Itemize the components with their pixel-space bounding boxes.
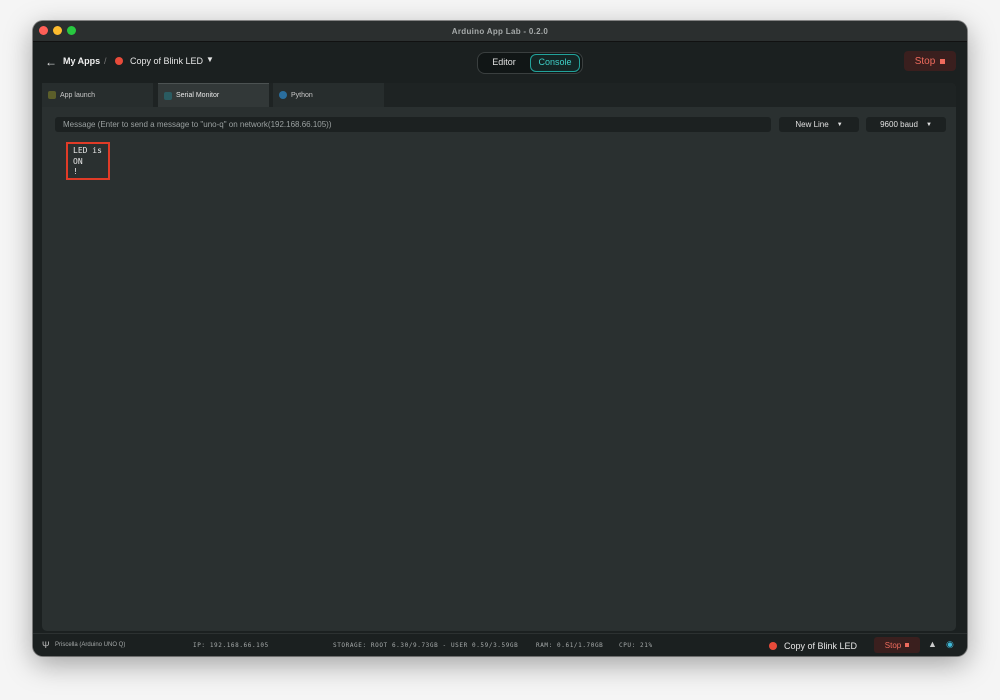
line-ending-value: New Line — [795, 120, 829, 129]
ip-address: IP: 192.168.66.105 — [193, 642, 269, 649]
app-launch-icon — [48, 91, 56, 99]
app-window: Arduino App Lab - 0.2.0 ← My Apps / Copy… — [33, 21, 967, 656]
console-panel: App launch Serial Monitor Python New Lin… — [42, 83, 956, 631]
tab-label: App launch — [60, 91, 96, 99]
serial-monitor-icon — [164, 91, 172, 100]
title-bar: Arduino App Lab - 0.2.0 — [33, 21, 967, 42]
app-header: ← My Apps / Copy of Blink LED ▼ Editor C… — [33, 42, 967, 82]
line-ending-select[interactable]: New Line ▼ — [779, 117, 859, 132]
chevron-down-icon: ▼ — [836, 121, 843, 128]
status-bar: Ψ Priscella (Arduino UNO Q) IP: 192.168.… — [33, 633, 967, 656]
globe-icon[interactable]: ◉ — [946, 639, 954, 650]
minimize-window-button[interactable] — [53, 26, 62, 35]
serial-output: LED is ON ! — [66, 142, 110, 180]
stop-button-label: Stop — [914, 55, 936, 67]
output-line: ! — [73, 167, 78, 176]
editor-tab-button[interactable]: Editor — [480, 54, 528, 70]
board-name: Priscella (Arduino UNO Q) — [55, 642, 126, 648]
console-tabs: App launch Serial Monitor Python — [42, 83, 956, 107]
usb-icon: Ψ — [42, 640, 50, 650]
running-status-icon — [115, 57, 123, 65]
tab-serial-monitor[interactable]: Serial Monitor — [158, 83, 269, 107]
view-toggle: Editor Console — [477, 52, 583, 74]
status-stop-button[interactable]: Stop — [874, 637, 920, 653]
stop-square-icon — [940, 58, 946, 64]
tab-python[interactable]: Python — [273, 83, 384, 107]
stop-button-label: Stop — [884, 640, 902, 650]
app-menu-chevron-down-icon[interactable]: ▼ — [206, 55, 214, 64]
my-apps-link[interactable]: My Apps — [63, 56, 100, 66]
tab-label: Serial Monitor — [176, 92, 220, 99]
baud-rate-value: 9600 baud — [880, 120, 918, 129]
stop-square-icon — [905, 643, 910, 647]
maximize-window-button[interactable] — [67, 26, 76, 35]
baud-rate-select[interactable]: 9600 baud ▼ — [866, 117, 946, 132]
serial-message-input[interactable] — [55, 117, 771, 132]
output-line: ON — [73, 156, 83, 166]
ram-usage: RAM: 0.61/1.70GB — [536, 642, 604, 649]
chevron-down-icon: ▼ — [925, 121, 932, 128]
storage-usage: STORAGE: ROOT 6.30/9.73GB - USER 0.59/3.… — [333, 642, 519, 649]
cpu-usage: CPU: 21% — [619, 642, 653, 649]
tab-label: Python — [291, 91, 313, 99]
console-tab-button[interactable]: Console — [530, 54, 580, 72]
app-name: Copy of Blink LED — [130, 56, 204, 66]
output-line: LED is — [73, 146, 102, 155]
back-arrow-icon[interactable]: ← — [45, 55, 57, 69]
window-title: Arduino App Lab - 0.2.0 — [451, 26, 549, 36]
stop-button[interactable]: Stop — [904, 51, 956, 71]
breadcrumb-separator: / — [104, 56, 107, 66]
running-status-icon — [769, 642, 777, 650]
window-controls — [39, 26, 76, 35]
close-window-button[interactable] — [39, 26, 48, 35]
tab-app-launch[interactable]: App launch — [42, 83, 153, 107]
python-icon — [279, 91, 287, 99]
status-app-name: Copy of Blink LED — [784, 641, 858, 651]
bell-icon[interactable]: ▲ — [928, 639, 937, 649]
